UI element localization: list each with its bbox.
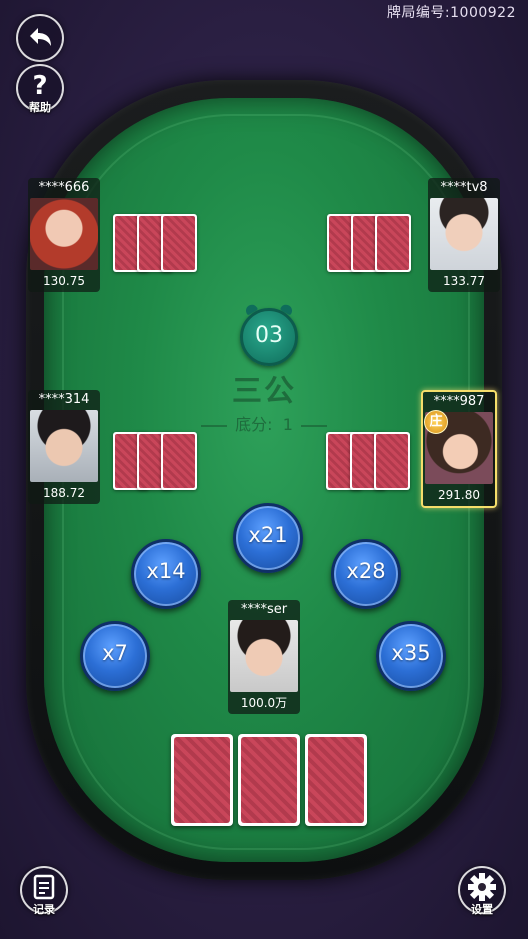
base-score-value: 1 [282, 415, 293, 434]
avatar [30, 198, 98, 270]
player-mid-right[interactable]: ****987 291.80 [421, 390, 497, 508]
room-id-label: 牌局编号: [386, 5, 451, 21]
player-self[interactable]: ****ser 100.0万 [228, 600, 300, 714]
player-score: 188.72 [43, 486, 85, 500]
player-top-right[interactable]: ****tv8 133.77 [428, 178, 500, 292]
card-back [374, 432, 410, 490]
back-arrow-icon [30, 28, 51, 46]
self-card[interactable] [238, 734, 300, 826]
bet-x21-button[interactable]: x21 [233, 503, 303, 573]
player-top-left[interactable]: ****666 130.75 [28, 178, 100, 292]
countdown-value: 03 [255, 323, 283, 348]
card-back [161, 432, 197, 490]
player-name: ****987 [433, 394, 485, 409]
room-id: 牌局编号:1000922 [387, 2, 516, 22]
avatar [30, 410, 98, 482]
room-id-value: 1000922 [450, 5, 516, 21]
back-button[interactable] [16, 14, 64, 62]
countdown-timer: 03 [240, 302, 298, 366]
player-name: ****tv8 [440, 180, 488, 195]
svg-text:?: ? [32, 71, 47, 101]
self-card[interactable] [171, 734, 233, 826]
help-label: 帮助 [29, 101, 51, 114]
record-label: 记录 [33, 903, 55, 916]
settings-label: 设置 [471, 903, 493, 916]
base-score-label: 底分: [235, 415, 273, 434]
card-back [161, 214, 197, 272]
player-name: ****666 [38, 180, 90, 195]
bet-x35-button[interactable]: x35 [376, 621, 446, 691]
avatar [430, 198, 498, 270]
player-score: 133.77 [443, 274, 485, 288]
player-score: 130.75 [43, 274, 85, 288]
player-mid-left[interactable]: ****314 188.72 [28, 390, 100, 504]
card-back [375, 214, 411, 272]
player-name: ****ser [240, 602, 288, 617]
player-score: 100.0万 [240, 696, 288, 710]
player-score: 291.80 [438, 488, 480, 502]
self-card[interactable] [305, 734, 367, 826]
help-button[interactable]: ? 帮助 [16, 64, 64, 114]
dealer-badge: 庄 [424, 410, 448, 434]
record-button[interactable]: 记录 [20, 866, 68, 916]
bet-x28-button[interactable]: x28 [331, 539, 401, 609]
settings-button[interactable]: 设置 [458, 866, 506, 916]
bet-x14-button[interactable]: x14 [131, 539, 201, 609]
bet-x7-button[interactable]: x7 [80, 621, 150, 691]
player-name: ****314 [38, 392, 90, 407]
avatar [230, 620, 298, 692]
